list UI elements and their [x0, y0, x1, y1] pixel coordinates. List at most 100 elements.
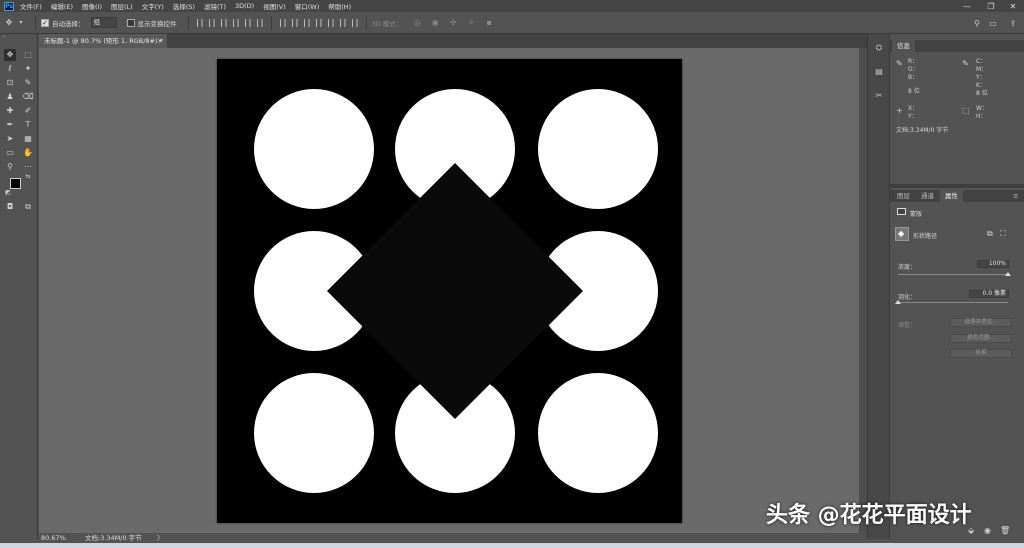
- distribute-bottom-icon[interactable]: [303, 18, 310, 27]
- restore-button[interactable]: ❐: [980, 0, 1002, 12]
- brush-tool-icon[interactable]: ✐: [22, 105, 34, 117]
- status-menu-chevron-icon[interactable]: 〉: [157, 533, 164, 543]
- type-tool-icon[interactable]: T: [22, 119, 34, 131]
- share-icon[interactable]: ⇪: [1008, 18, 1018, 28]
- pen-tool-icon[interactable]: ✒: [4, 119, 16, 131]
- tab-channels[interactable]: 通道: [916, 190, 939, 202]
- eraser-tool-icon[interactable]: ⌫: [22, 91, 34, 103]
- menu-help[interactable]: 帮助(H): [328, 1, 351, 11]
- zoom-level[interactable]: 80.67%: [41, 533, 66, 543]
- density-slider-track[interactable]: [898, 274, 1008, 275]
- tab-properties[interactable]: 属性: [940, 190, 963, 202]
- info-bit-left: 8 位: [908, 88, 920, 95]
- minimize-button[interactable]: —: [956, 0, 978, 12]
- align-left-icon[interactable]: [232, 18, 239, 27]
- menu-window[interactable]: 窗口(W): [295, 1, 320, 11]
- distribute-left-icon[interactable]: [315, 18, 322, 27]
- info-y-coord-label: Y：: [908, 113, 918, 120]
- menu-view[interactable]: 视图(V): [263, 1, 286, 11]
- distribute-top-icon[interactable]: [279, 18, 286, 27]
- path-selection-tool-icon[interactable]: ➤: [4, 133, 16, 145]
- move-tool-icon[interactable]: ✥: [4, 49, 16, 61]
- tools-preset-panel-icon[interactable]: ✂: [873, 90, 885, 102]
- distribute-right-icon[interactable]: [339, 18, 346, 27]
- auto-select-checkbox[interactable]: ✓: [41, 18, 49, 27]
- menu-edit[interactable]: 编辑(E): [51, 1, 73, 11]
- search-icon[interactable]: ⚲: [972, 18, 982, 28]
- more-tools-icon[interactable]: ⋯: [22, 161, 34, 173]
- collapsed-panels-dock: ⛭ ▤ ✂: [867, 34, 889, 539]
- screen-mode-icon[interactable]: ⧉: [22, 201, 34, 213]
- invert-button[interactable]: 反相: [950, 349, 1012, 358]
- tab-info[interactable]: 信息: [892, 40, 915, 52]
- select-vector-mask-icon[interactable]: ⛶: [1000, 229, 1006, 239]
- align-top-icon[interactable]: [196, 18, 203, 27]
- eyedropper-rgb-icon[interactable]: ✎: [896, 59, 903, 68]
- menu-filter[interactable]: 滤镜(T): [204, 1, 226, 11]
- select-and-mask-button[interactable]: 选择并遮住...: [950, 318, 1012, 327]
- hand-tool-icon[interactable]: ✋: [22, 147, 34, 159]
- tab-layers[interactable]: 图层: [892, 190, 915, 202]
- crop-tool-icon[interactable]: ⊡: [4, 77, 16, 89]
- tool-preset-chevron-down-icon[interactable]: ▾: [18, 18, 24, 28]
- healing-brush-tool-icon[interactable]: ✚: [4, 105, 16, 117]
- close-tab-icon[interactable]: ×: [158, 34, 163, 48]
- marquee-tool-icon[interactable]: ⬚: [22, 49, 34, 61]
- default-colors-icon[interactable]: ◩: [4, 189, 12, 197]
- swap-colors-icon[interactable]: ⇆: [24, 173, 32, 181]
- menu-3d[interactable]: 3D(D): [235, 2, 254, 10]
- color-range-button[interactable]: 颜色范围...: [950, 334, 1012, 343]
- 3d-panel-icon[interactable]: ⛭: [873, 42, 885, 54]
- eyedropper-tool-icon[interactable]: ✎: [22, 77, 34, 89]
- feather-field[interactable]: 0.0 像素: [969, 290, 1009, 298]
- feather-slider-track[interactable]: [898, 302, 1008, 303]
- history-panel-icon[interactable]: ▤: [873, 66, 885, 78]
- feather-slider-thumb[interactable]: [895, 300, 901, 304]
- menu-type[interactable]: 文字(Y): [142, 1, 164, 11]
- density-slider-thumb[interactable]: [1005, 272, 1011, 276]
- menu-layer[interactable]: 图层(L): [111, 1, 133, 11]
- menu-image[interactable]: 图像(I): [82, 1, 102, 11]
- auto-select-dropdown[interactable]: 组: [90, 17, 117, 28]
- show-transform-checkbox[interactable]: [126, 18, 135, 27]
- document-tab[interactable]: 未标题-1 @ 80.7% (矩形 1, RGB/8#) * ×: [39, 34, 167, 48]
- delete-mask-icon[interactable]: 🗑: [1000, 526, 1010, 535]
- 3d-slide-icon[interactable]: ✧: [466, 18, 476, 28]
- magic-wand-tool-icon[interactable]: ✦: [22, 63, 34, 75]
- vertical-scrollbar[interactable]: [859, 48, 867, 533]
- density-field[interactable]: 100%: [977, 260, 1009, 268]
- mask-icon: [897, 208, 906, 215]
- document-canvas[interactable]: [217, 59, 682, 523]
- menu-select[interactable]: 选择(S): [173, 1, 195, 11]
- eyedropper-cmyk-icon[interactable]: ✎: [962, 59, 969, 68]
- panel-menu-icon[interactable]: ≡: [1008, 190, 1023, 202]
- taskbar-edge: [0, 543, 1024, 548]
- gradient-tool-icon[interactable]: ▦: [22, 133, 34, 145]
- foreground-color-swatch[interactable]: [10, 178, 21, 189]
- close-button[interactable]: ✕: [1002, 0, 1024, 12]
- align-vcenter-icon[interactable]: [208, 18, 215, 27]
- visibility-eye-icon[interactable]: ◉: [984, 526, 991, 535]
- 3d-scale-icon[interactable]: ▪: [484, 18, 494, 28]
- menu-file[interactable]: 文件(F): [20, 1, 42, 11]
- 3d-roll-icon[interactable]: ◉: [430, 18, 440, 28]
- zoom-tool-icon[interactable]: ⚲: [4, 161, 16, 173]
- stamp-tool-icon[interactable]: ♟: [4, 91, 16, 103]
- align-hcenter-icon[interactable]: [244, 18, 251, 27]
- rectangle-tool-icon[interactable]: ▭: [4, 147, 16, 159]
- distribute-vcenter-icon[interactable]: [291, 18, 298, 27]
- 3d-pan-icon[interactable]: ✣: [448, 18, 458, 28]
- distribute-hcenter-icon[interactable]: [327, 18, 334, 27]
- workspace-icon[interactable]: ▭: [988, 18, 998, 28]
- 3d-orbit-icon[interactable]: ◎: [412, 18, 422, 28]
- collapse-toolbar-icon[interactable]: »: [2, 35, 36, 40]
- lasso-tool-icon[interactable]: ℓ: [4, 63, 16, 75]
- divider: [35, 15, 36, 30]
- move-tool-icon[interactable]: ✥: [4, 18, 14, 28]
- select-pixel-mask-icon[interactable]: ⧉: [987, 229, 993, 239]
- auto-align-icon[interactable]: [351, 18, 358, 27]
- align-right-icon[interactable]: [256, 18, 263, 27]
- circle-bottom-right: [538, 373, 658, 493]
- align-bottom-icon[interactable]: [220, 18, 227, 27]
- quick-mask-icon[interactable]: ◘: [4, 201, 16, 213]
